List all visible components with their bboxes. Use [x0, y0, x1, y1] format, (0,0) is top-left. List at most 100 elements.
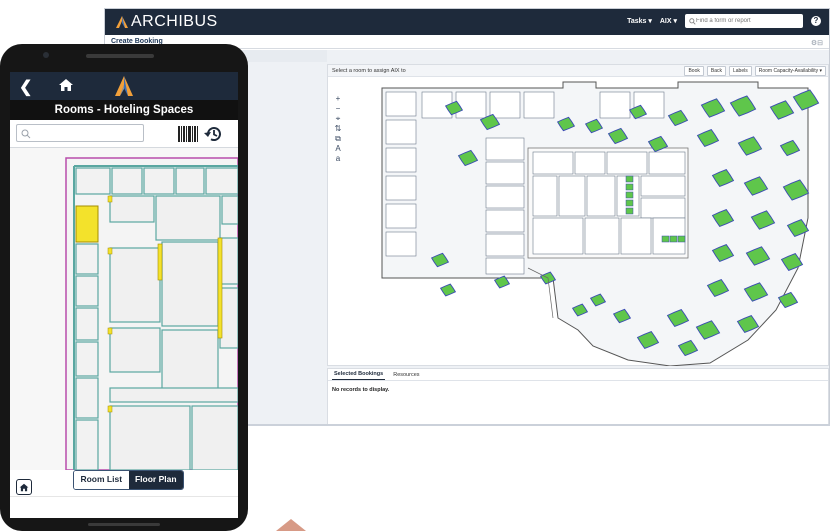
plan-room[interactable] — [75, 275, 99, 307]
zoom-in-icon[interactable]: + — [333, 95, 343, 103]
perimeter-room[interactable] — [385, 147, 417, 173]
selected-room[interactable] — [75, 205, 99, 243]
perimeter-room[interactable] — [599, 91, 631, 119]
floor-plan-button[interactable]: Floor Plan — [128, 471, 183, 489]
tab-resources[interactable]: Resources — [391, 371, 421, 380]
copy-icon[interactable]: ⧉ — [333, 135, 343, 143]
plan-room[interactable] — [532, 151, 574, 175]
font-smaller-icon[interactable]: a — [333, 155, 343, 163]
plan-room[interactable] — [109, 405, 191, 470]
pan-icon[interactable]: ⇅ — [333, 125, 343, 133]
tasks-menu[interactable]: Tasks ▾ — [627, 17, 652, 25]
perimeter-room[interactable] — [385, 175, 417, 201]
mobile-floor-plan[interactable] — [10, 148, 238, 470]
plan-room[interactable] — [485, 209, 525, 233]
available-desk[interactable] — [669, 235, 678, 243]
plan-room[interactable] — [586, 175, 616, 217]
barcode-scan-icon[interactable] — [178, 126, 198, 142]
back-icon[interactable]: ❮ — [19, 77, 32, 97]
perimeter-room[interactable] — [455, 91, 487, 119]
plan-room[interactable] — [75, 419, 99, 470]
plan-room[interactable] — [485, 185, 525, 209]
plan-room[interactable] — [221, 195, 238, 225]
door-highlight[interactable] — [107, 195, 113, 203]
plan-room[interactable] — [485, 161, 525, 185]
door-highlight[interactable] — [217, 237, 223, 339]
history-icon[interactable] — [203, 125, 223, 143]
available-room[interactable] — [439, 283, 457, 297]
plan-room[interactable] — [532, 217, 584, 255]
plan-room[interactable] — [143, 167, 175, 195]
plan-room[interactable] — [155, 195, 221, 241]
available-desk[interactable] — [677, 235, 686, 243]
perimeter-room[interactable] — [385, 231, 417, 257]
plan-room[interactable] — [75, 341, 99, 377]
plan-room[interactable] — [648, 151, 686, 175]
available-desk[interactable] — [625, 207, 634, 215]
available-desk[interactable] — [625, 191, 634, 199]
highlight-select[interactable]: Room Capacity-Availability ▾ — [754, 66, 826, 76]
home-icon[interactable] — [58, 78, 74, 92]
floor-plan-home-button[interactable] — [16, 479, 32, 495]
page-toolbar-icons[interactable]: ⚙⊟ — [811, 39, 823, 47]
perimeter-room[interactable] — [385, 203, 417, 229]
door-highlight[interactable] — [107, 247, 113, 255]
plan-room[interactable] — [532, 175, 558, 217]
plan-room[interactable] — [109, 387, 238, 403]
global-search-input[interactable] — [696, 18, 796, 24]
plan-room[interactable] — [75, 377, 99, 419]
available-desk[interactable] — [625, 175, 634, 183]
font-larger-icon[interactable]: A — [333, 145, 343, 153]
plan-room[interactable] — [606, 151, 648, 175]
plan-room[interactable] — [191, 405, 238, 470]
plan-room[interactable] — [109, 327, 161, 373]
plan-room[interactable] — [75, 167, 111, 195]
available-desk[interactable] — [625, 199, 634, 207]
brand[interactable]: ARCHIBUS — [115, 13, 218, 31]
plan-room[interactable] — [584, 217, 620, 255]
perimeter-room[interactable] — [523, 91, 555, 119]
book-button[interactable]: Book — [684, 66, 704, 76]
user-menu[interactable]: AIX ▾ — [660, 17, 677, 25]
labels-button[interactable]: Labels — [728, 66, 752, 76]
mobile-search-field[interactable] — [16, 124, 144, 142]
door-highlight[interactable] — [157, 243, 163, 281]
plan-room[interactable] — [485, 257, 525, 275]
mobile-search-input[interactable] — [35, 129, 139, 137]
plan-room[interactable] — [111, 167, 143, 195]
desktop-floor-plan[interactable] — [378, 78, 828, 366]
available-desk[interactable] — [661, 235, 670, 243]
plan-room[interactable] — [161, 329, 219, 391]
plan-room[interactable] — [558, 175, 586, 217]
plan-room[interactable] — [175, 167, 205, 195]
global-search[interactable] — [685, 14, 803, 28]
perimeter-room[interactable] — [385, 91, 417, 117]
plan-room[interactable] — [640, 175, 686, 197]
door-highlight[interactable] — [107, 405, 113, 413]
perimeter-room[interactable] — [489, 91, 521, 119]
zoom-out-icon[interactable]: − — [333, 105, 343, 113]
plan-room[interactable] — [574, 151, 606, 175]
panel-buttons: Book Back Labels Room Capacity-Availabil… — [684, 66, 826, 76]
plan-room[interactable] — [640, 197, 686, 219]
plan-room[interactable] — [219, 287, 238, 349]
plan-room[interactable] — [620, 217, 652, 255]
available-desk[interactable] — [625, 183, 634, 191]
help-icon[interactable]: ? — [811, 16, 821, 26]
plan-room[interactable] — [485, 137, 525, 161]
plan-room[interactable] — [75, 307, 99, 341]
plan-room[interactable] — [219, 237, 238, 285]
tab-selected-bookings[interactable]: Selected Bookings — [332, 370, 386, 380]
plan-room[interactable] — [109, 195, 155, 223]
plan-room[interactable] — [485, 233, 525, 257]
plan-room[interactable] — [75, 243, 99, 275]
door-highlight[interactable] — [107, 327, 113, 335]
plan-room[interactable] — [109, 247, 161, 323]
perimeter-room[interactable] — [385, 119, 417, 145]
room-list-button[interactable]: Room List — [74, 471, 129, 489]
plan-room[interactable] — [161, 241, 219, 327]
back-button[interactable]: Back — [706, 66, 726, 76]
decorative-shape — [276, 519, 306, 531]
reset-view-icon[interactable]: ⌖ — [333, 115, 343, 123]
plan-room[interactable] — [205, 167, 238, 195]
